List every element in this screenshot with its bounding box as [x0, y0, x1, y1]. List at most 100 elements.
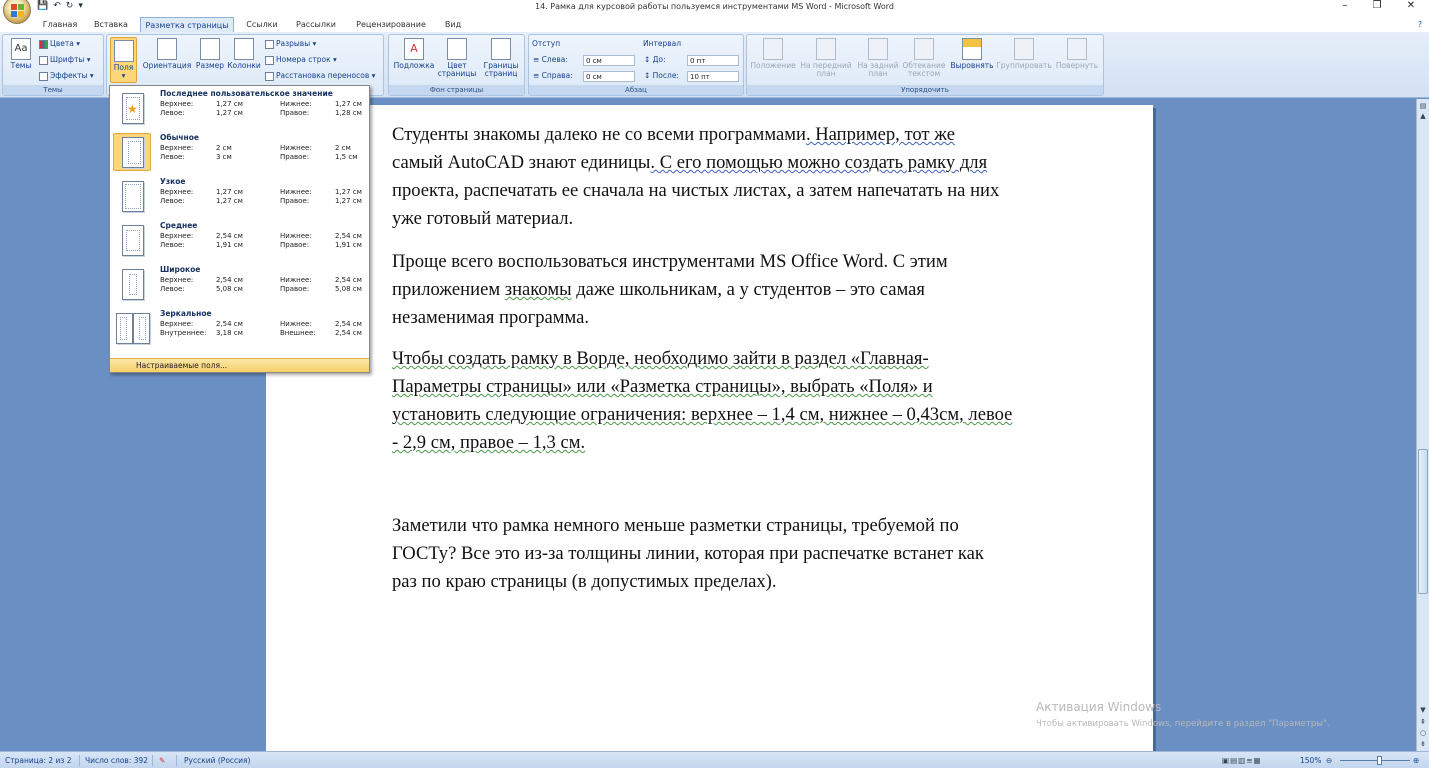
- paragraph-3[interactable]: Чтобы создать рамку в Ворде, необходимо …: [392, 345, 1102, 457]
- orientation-icon: [157, 38, 177, 60]
- paragraph-group: Отступ ≡ Слева: 0 см ≡ Справа: 0 см Инте…: [528, 34, 744, 96]
- fonts-button[interactable]: Шрифты ▾: [39, 54, 91, 65]
- page-borders-icon: [491, 38, 511, 60]
- left-value: 5,08 см: [216, 285, 243, 293]
- indent-left-input[interactable]: 0 см: [583, 55, 635, 66]
- colors-button[interactable]: Цвета ▾: [39, 38, 80, 49]
- margin-option-wide[interactable]: Широкое Верхнее: 2,54 см Нижнее: 2,54 см Ле…: [112, 262, 369, 306]
- margin-row-side: Левое: 1,27 см Правое: 1,28 см: [160, 109, 365, 118]
- previous-page-icon[interactable]: ⇞: [1418, 717, 1428, 727]
- margin-row-side: Левое: 1,91 см Правое: 1,91 см: [160, 241, 365, 250]
- ruler-toggle-icon[interactable]: ▤: [1418, 101, 1428, 111]
- margin-option-title: Зеркальное: [160, 309, 212, 318]
- language[interactable]: Русский (Россия): [184, 752, 250, 768]
- p1-text-a: Студенты знакомы далеко не со всеми прог…: [392, 124, 806, 145]
- margin-thumb: [113, 309, 151, 347]
- align-button[interactable]: Выровнять: [948, 38, 996, 70]
- indent-right-input[interactable]: 0 см: [583, 71, 635, 82]
- spacing-after-input[interactable]: 10 пт: [687, 71, 739, 82]
- browse-object-icon[interactable]: ○: [1418, 728, 1428, 738]
- rotate-button[interactable]: Повернуть: [1053, 38, 1101, 70]
- p1-text-d: . С его помощью можно создать рамку для: [650, 152, 988, 173]
- next-page-icon[interactable]: ⇟: [1418, 739, 1428, 749]
- bottom-label: Нижнее:: [280, 232, 312, 240]
- paragraph-1[interactable]: Студенты знакомы далеко не со всеми прог…: [392, 121, 1092, 233]
- zoom-out-icon[interactable]: ⊖: [1326, 752, 1332, 768]
- margin-option-last-custom[interactable]: ★ Последнее пользовательское значение Ве…: [112, 86, 369, 130]
- zoom-slider-thumb[interactable]: [1377, 756, 1382, 765]
- indent-heading: Отступ: [532, 39, 561, 48]
- left-label: Внутреннее:: [160, 329, 207, 337]
- p1-line-2: самый AutoCAD знают единицы. С его помощ…: [392, 149, 1092, 177]
- paragraph-2[interactable]: Проще всего воспользоваться инструментам…: [392, 248, 1092, 332]
- right-label: Правое:: [280, 109, 310, 117]
- ribbon-tabs: Главная Вставка Разметка страницы Ссылки…: [0, 17, 1429, 32]
- scroll-thumb[interactable]: [1418, 449, 1428, 594]
- document-page[interactable]: Студенты знакомы далеко не со всеми прог…: [266, 105, 1153, 751]
- page-icon: [122, 225, 144, 256]
- left-label: Левое:: [160, 197, 185, 205]
- zoom-slider[interactable]: [1340, 760, 1410, 761]
- right-value: 1,28 см: [335, 109, 362, 117]
- page-count[interactable]: Страница: 2 из 2: [5, 752, 72, 768]
- tab-mailings[interactable]: Рассылки: [290, 17, 342, 32]
- star-icon: ★: [127, 102, 138, 116]
- paragraph-4[interactable]: Заметили что рамка немного меньше размет…: [392, 512, 1092, 596]
- indent-right-label: ≡ Справа:: [533, 71, 573, 80]
- help-icon[interactable]: ?: [1413, 17, 1427, 32]
- margin-option-mirrored[interactable]: Зеркальное Верхнее: 2,54 см Нижнее: 2,54 см…: [112, 306, 369, 350]
- page-icon: [122, 269, 144, 300]
- vertical-scrollbar[interactable]: ▤ ▲ ▼ ⇞ ○ ⇟: [1416, 99, 1429, 751]
- tab-review[interactable]: Рецензирование: [348, 17, 434, 32]
- margin-option-moderate[interactable]: Среднее Верхнее: 2,54 см Нижнее: 2,54 см Ле…: [112, 218, 369, 262]
- page-icon: [122, 181, 144, 212]
- size-button[interactable]: Размер: [195, 38, 225, 70]
- size-icon: [200, 38, 220, 60]
- send-back-button[interactable]: На задний план: [855, 38, 901, 78]
- restore-button[interactable]: ❐: [1361, 0, 1393, 12]
- themes-button[interactable]: Aa Темы: [6, 38, 36, 70]
- zoom-in-icon[interactable]: ⊕: [1413, 752, 1419, 768]
- page-color-button[interactable]: Цвет страницы: [437, 38, 477, 78]
- bottom-value: 2,54 см: [335, 320, 362, 328]
- group-objects-button[interactable]: Группировать: [996, 38, 1052, 70]
- title-bar: 💾 ↶ ↻ ▾ 14. Рамка для курсовой работы по…: [0, 0, 1429, 24]
- page-borders-button[interactable]: Границы страниц: [481, 38, 521, 78]
- margins-button[interactable]: Поля ▾: [110, 37, 137, 83]
- orientation-button[interactable]: Ориентация: [141, 38, 193, 70]
- spelling-icon[interactable]: ✎: [159, 752, 165, 768]
- tab-view[interactable]: Вид: [440, 17, 466, 32]
- effects-icon: [39, 71, 48, 81]
- scroll-down-icon[interactable]: ▼: [1418, 705, 1428, 715]
- breaks-button[interactable]: Разрывы ▾: [265, 38, 316, 49]
- left-value: 1,27 см: [216, 197, 243, 205]
- tab-page-layout[interactable]: Разметка страницы: [140, 17, 234, 32]
- office-logo-icon: [11, 4, 24, 17]
- zoom-level[interactable]: 150%: [1300, 752, 1321, 768]
- page-background-group-label: Фон страницы: [389, 85, 524, 95]
- hyphenation-button[interactable]: Расстановка переносов ▾: [265, 70, 375, 81]
- columns-button[interactable]: Колонки: [226, 38, 262, 70]
- word-count[interactable]: Число слов: 392: [85, 752, 148, 768]
- view-buttons[interactable]: ▣▤▥≡▦: [1222, 752, 1262, 768]
- effects-button[interactable]: Эффекты ▾: [39, 70, 94, 81]
- margin-option-normal[interactable]: Обычное Верхнее: 2 см Нижнее: 2 см Левое: 3 …: [112, 130, 369, 174]
- custom-margins-button[interactable]: Настраиваемые поля...: [110, 358, 369, 372]
- text-wrap-button[interactable]: Обтекание текстом: [901, 38, 947, 78]
- p1-line-3: проекта, распечатать ее сначала на чисты…: [392, 180, 1000, 201]
- spacing-before-input[interactable]: 0 пт: [687, 55, 739, 66]
- margin-option-narrow[interactable]: Узкое Верхнее: 1,27 см Нижнее: 1,27 см Лево…: [112, 174, 369, 218]
- p1-text-c: самый AutoCAD знают единицы: [392, 152, 651, 173]
- margins-label: Поля: [113, 63, 134, 72]
- close-button[interactable]: ✕: [1395, 0, 1427, 12]
- bottom-label: Нижнее:: [280, 188, 312, 196]
- watermark-button[interactable]: A Подложка: [392, 38, 436, 70]
- tab-home[interactable]: Главная: [38, 17, 82, 32]
- bring-front-button[interactable]: На передний план: [799, 38, 853, 78]
- tab-insert[interactable]: Вставка: [88, 17, 134, 32]
- minimize-button[interactable]: –: [1329, 0, 1361, 12]
- position-button[interactable]: Положение: [749, 38, 797, 70]
- scroll-up-icon[interactable]: ▲: [1418, 111, 1428, 121]
- tab-references[interactable]: Ссылки: [240, 17, 284, 32]
- line-numbers-button[interactable]: Номера строк ▾: [265, 54, 337, 65]
